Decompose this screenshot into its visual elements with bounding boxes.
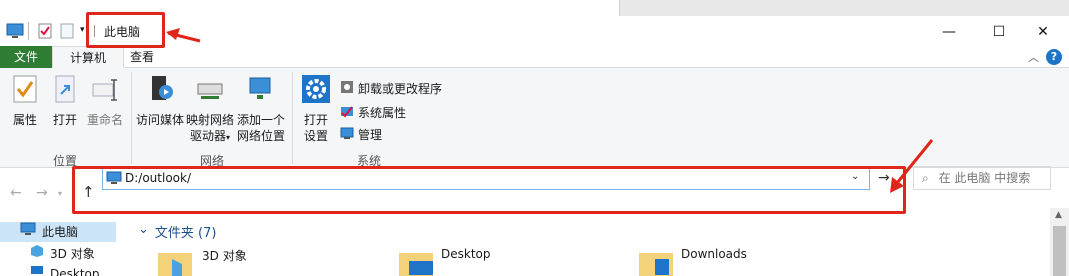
annotation-arrow-address [890, 139, 934, 193]
annotation-arrow-title [166, 28, 201, 43]
annotation-arrows [166, 28, 934, 193]
